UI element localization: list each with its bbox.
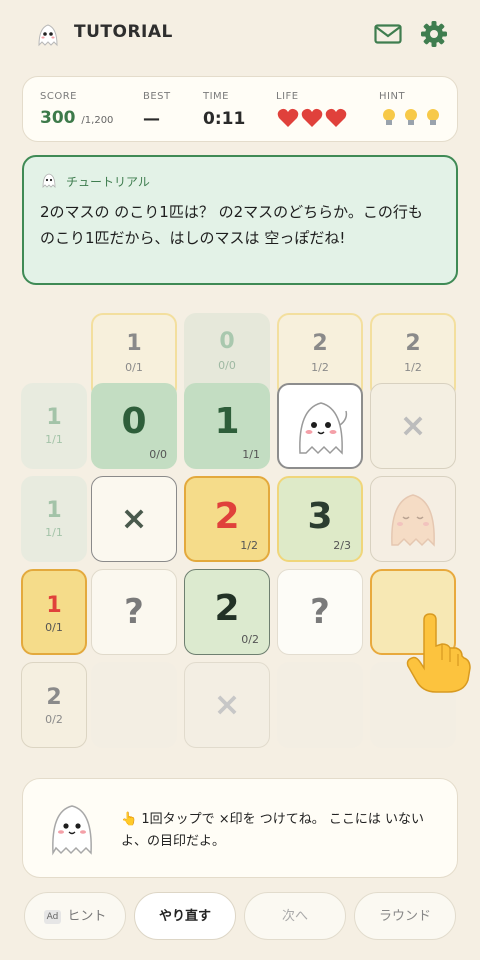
grid-cell-r2c2[interactable]: 2 1/2	[184, 476, 270, 562]
gear-icon[interactable]	[420, 20, 448, 48]
pointing-hand-icon	[406, 613, 471, 693]
grid-cell-r3c2[interactable]: 2 0/2	[184, 569, 270, 655]
grid-cell-r4c2[interactable]: ×	[184, 662, 270, 748]
time-value: 0:11	[203, 109, 246, 129]
grid-cell-r1c3[interactable]	[277, 383, 363, 469]
ghost-icon	[299, 402, 348, 455]
ghost-icon	[42, 173, 56, 188]
row-clue-4: 2 0/2	[21, 662, 87, 748]
ad-hint-button[interactable]: Ad ヒント	[24, 892, 126, 940]
lightbulb-icon	[383, 109, 395, 125]
tutorial-panel: チュートリアル 2のマスの のこり1匹は？ の2マスのどちらか。この行も のこり…	[22, 155, 458, 285]
ghost-icon	[52, 805, 92, 856]
tutorial-text: 2のマスの のこり1匹は？ の2マスのどちらか。この行も のこり1匹だから、はし…	[40, 203, 423, 247]
redo-button[interactable]: やり直す	[134, 892, 236, 940]
grid-cell-r3c1[interactable]: ?	[91, 569, 177, 655]
ad-badge: Ad	[43, 909, 62, 924]
row-clue-2: 1 1/1	[21, 476, 87, 562]
grid-cell-r2c4[interactable]	[370, 476, 456, 562]
stats-card: SCORE 300 /1,200 BEST — TIME 0:11 LIFE H…	[22, 76, 458, 142]
row-clue-3: 1 0/1	[21, 569, 87, 655]
hint-message: 👆 1回タップで ×印を つけてね。 ここには いないよ、の目印だよ。	[121, 809, 441, 853]
ad-hint-label: ヒント	[67, 909, 107, 924]
page-title: TUTORIAL	[74, 22, 173, 42]
hint-message-text: 1回タップで ×印を つけてね。 ここには いないよ、の目印だよ。	[121, 812, 425, 849]
grid-cell-r3c3[interactable]: ?	[277, 569, 363, 655]
hint-bulbs	[383, 109, 439, 125]
heart-icon	[277, 108, 299, 127]
score-value: 300 /1,200	[40, 108, 114, 128]
tutorial-label: チュートリアル	[66, 175, 150, 189]
pointer-icon: 👆	[121, 812, 138, 827]
sleeping-ghost-icon	[391, 494, 435, 547]
best-value: —	[143, 109, 160, 129]
best-label: BEST	[143, 91, 171, 102]
mail-icon[interactable]	[374, 24, 402, 44]
top-bar: TUTORIAL	[0, 0, 480, 70]
grid-cell-r1c2[interactable]: 1 1/1	[184, 383, 270, 469]
life-hearts	[277, 108, 347, 127]
lightbulb-icon	[405, 109, 417, 125]
grid-cell-r1c1[interactable]: 0 0/0	[91, 383, 177, 469]
hint-message-card: 👆 1回タップで ×印を つけてね。 ここには いないよ、の目印だよ。	[22, 778, 458, 878]
next-button[interactable]: 次へ	[244, 892, 346, 940]
grid-cell-r4c3[interactable]	[277, 662, 363, 748]
ghost-logo-icon	[38, 24, 58, 47]
hint-label: HINT	[379, 91, 406, 102]
grid-cell-r2c1[interactable]: ×	[91, 476, 177, 562]
round-button[interactable]: ラウンド	[354, 892, 456, 940]
score-label: SCORE	[40, 91, 77, 102]
time-label: TIME	[203, 91, 230, 102]
grid-cell-r4c1[interactable]	[91, 662, 177, 748]
heart-icon	[301, 108, 323, 127]
grid-cell-r2c3[interactable]: 3 2/3	[277, 476, 363, 562]
lightbulb-icon	[427, 109, 439, 125]
grid-cell-r1c4[interactable]: ×	[370, 383, 456, 469]
life-label: LIFE	[276, 91, 299, 102]
score-max: /1,200	[81, 115, 114, 126]
heart-icon	[325, 108, 347, 127]
row-clue-1: 1 1/1	[21, 383, 87, 469]
